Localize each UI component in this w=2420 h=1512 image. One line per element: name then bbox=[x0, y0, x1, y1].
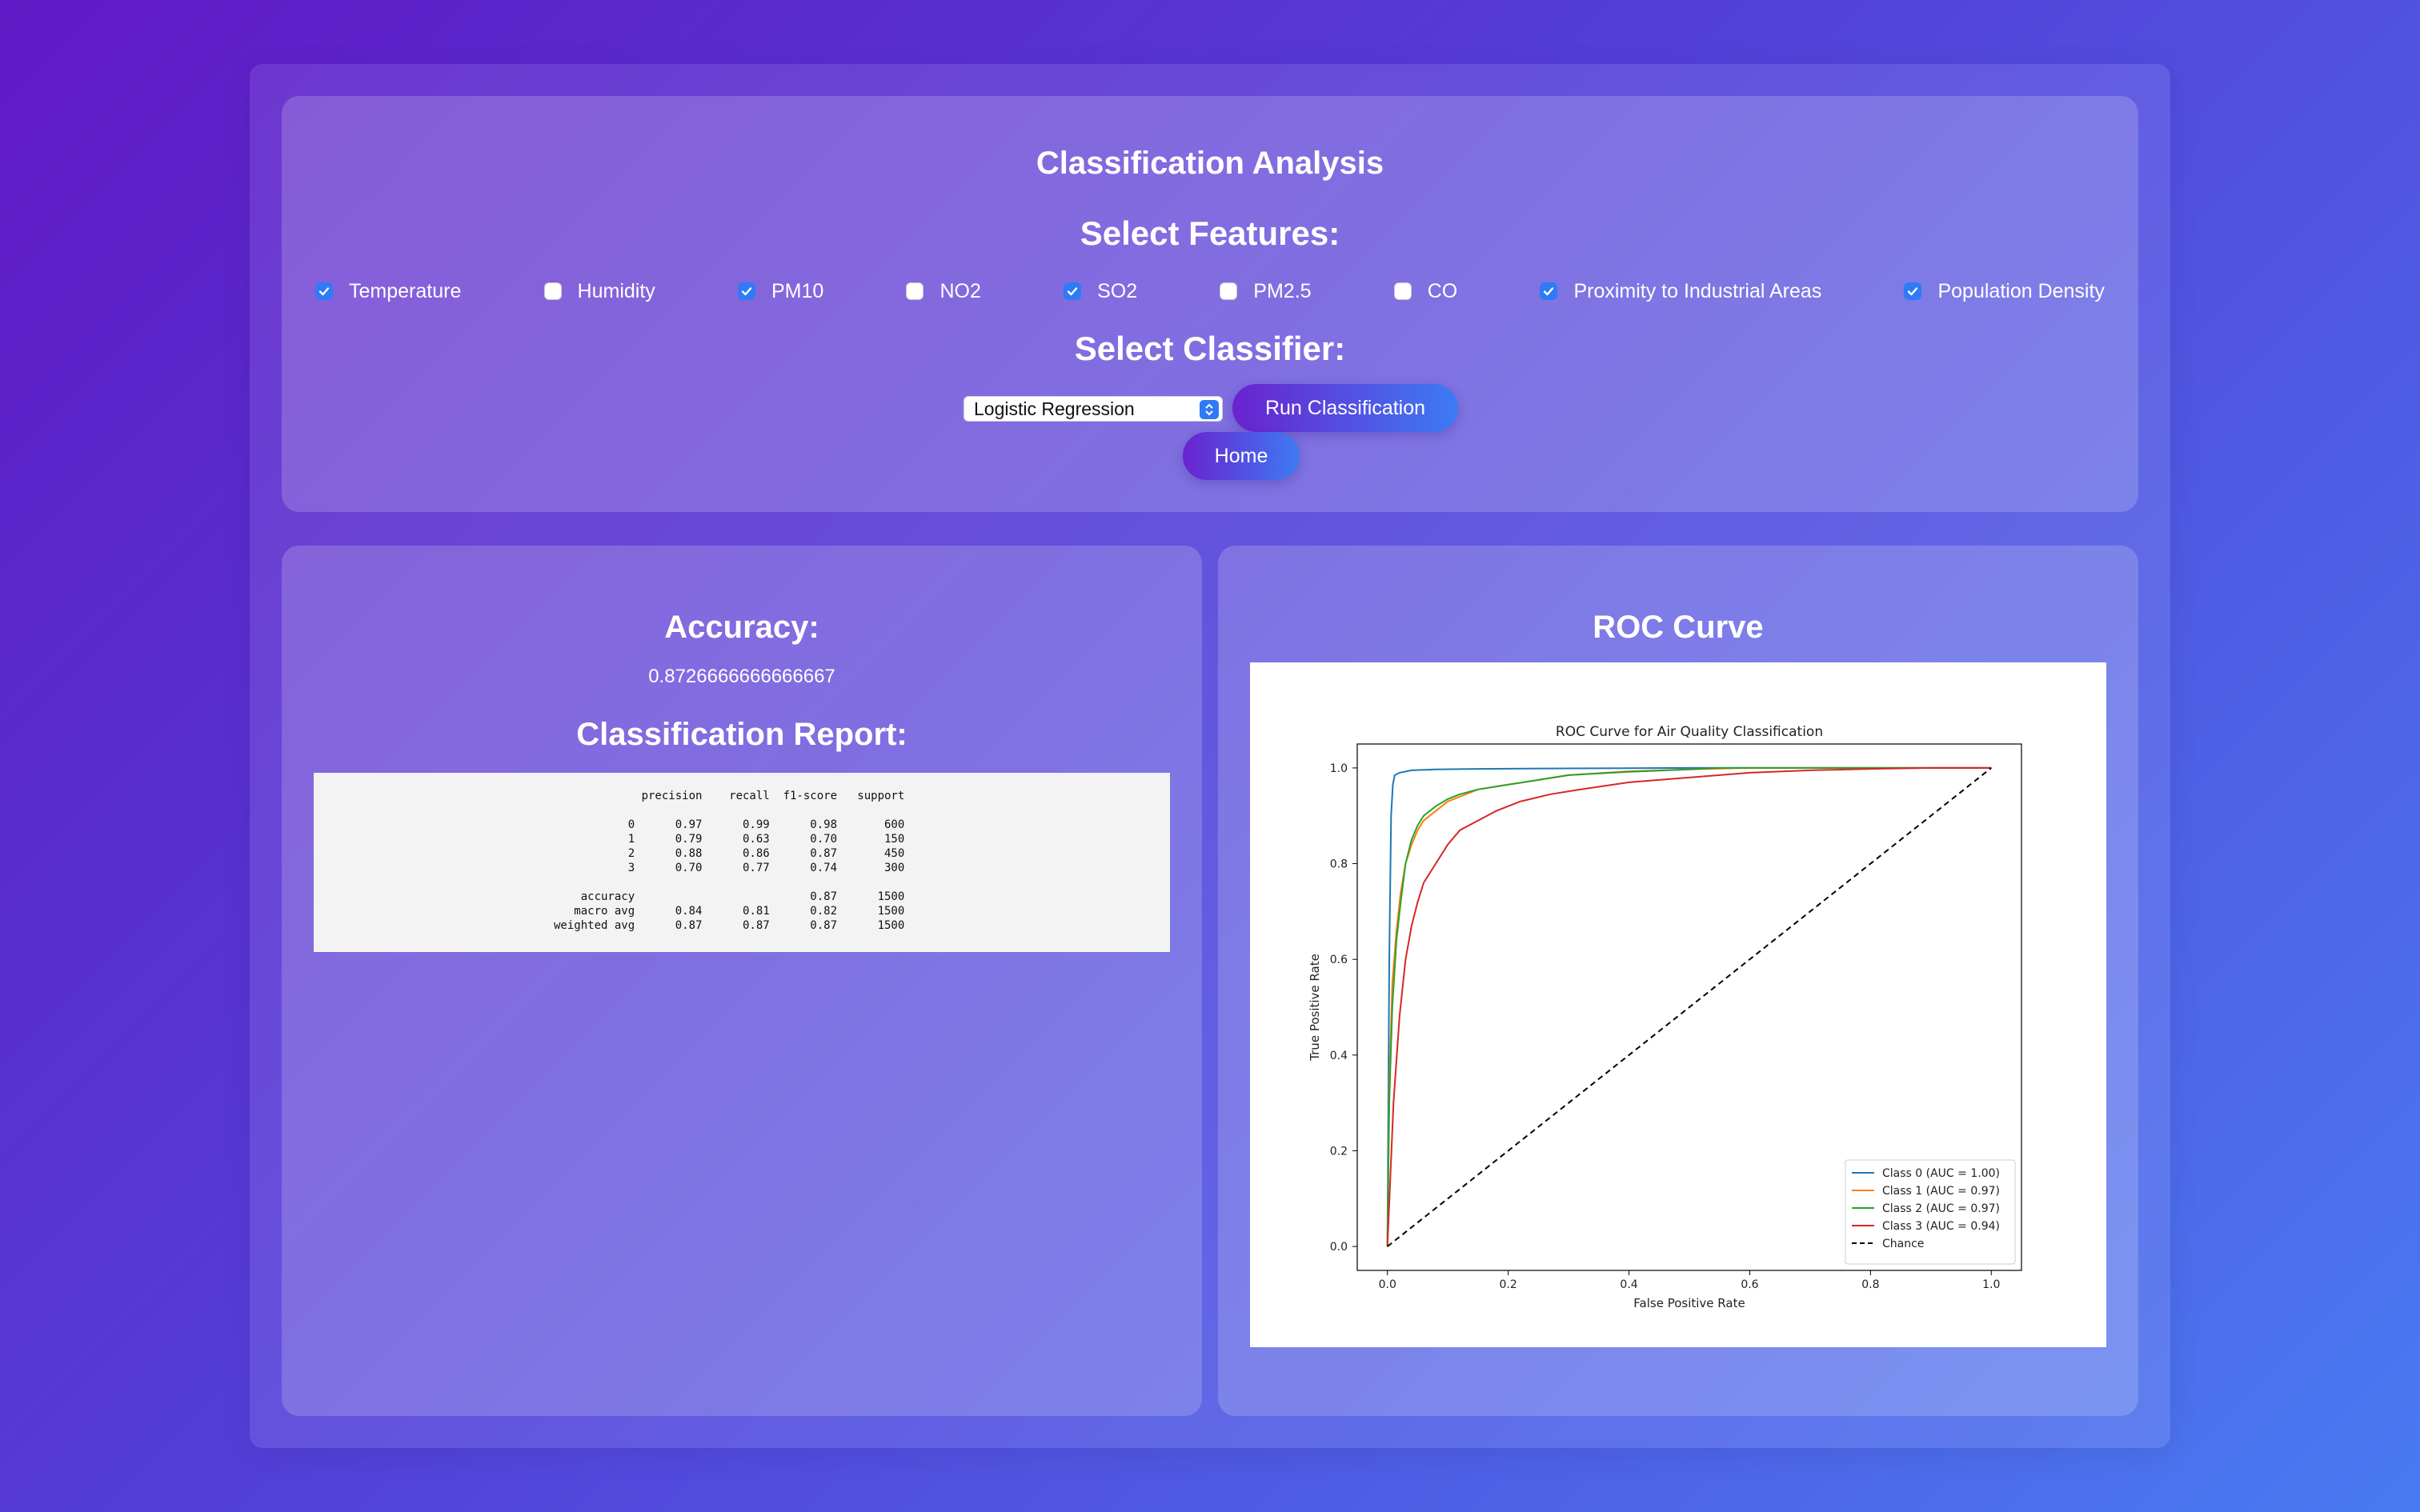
y-tick-label: 1.0 bbox=[1330, 762, 1348, 775]
feature-checkbox[interactable] bbox=[1220, 282, 1238, 300]
roc-heading: ROC Curve bbox=[1593, 610, 1764, 645]
feature-checkbox[interactable] bbox=[315, 282, 333, 300]
feature-label: PM10 bbox=[771, 279, 824, 302]
report-heading: Classification Report: bbox=[576, 717, 908, 752]
chart-title: ROC Curve for Air Quality Classification bbox=[1556, 724, 1823, 740]
feature-checkbox[interactable] bbox=[1540, 282, 1558, 300]
feature-option[interactable]: PM2.5 bbox=[1220, 279, 1312, 303]
y-tick-label: 0.2 bbox=[1330, 1145, 1348, 1158]
roc-panel: ROC Curve ROC Curve for Air Quality Clas… bbox=[1218, 546, 2138, 1416]
legend-label: Class 2 (AUC = 0.97) bbox=[1882, 1202, 2000, 1215]
run-classification-button[interactable]: Run Classification bbox=[1232, 384, 1458, 432]
feature-label: PM2.5 bbox=[1253, 279, 1312, 302]
y-axis-label: True Positive Rate bbox=[1308, 954, 1322, 1062]
select-arrows-icon bbox=[1200, 400, 1219, 419]
checkmark-icon bbox=[1544, 287, 1554, 296]
feature-label: Humidity bbox=[577, 279, 655, 302]
roc-plot: ROC Curve for Air Quality Classification… bbox=[1250, 662, 2106, 1347]
controls-panel: Classification Analysis Select Features:… bbox=[282, 96, 2138, 512]
checkmark-icon bbox=[1067, 287, 1078, 296]
legend-label: Chance bbox=[1882, 1238, 1924, 1250]
x-tick-label: 0.2 bbox=[1500, 1278, 1517, 1291]
feature-option[interactable]: CO bbox=[1393, 279, 1458, 303]
feature-checkbox[interactable] bbox=[906, 282, 924, 300]
legend-label: Class 1 (AUC = 0.97) bbox=[1882, 1185, 2000, 1198]
feature-option[interactable]: Proximity to Industrial Areas bbox=[1540, 280, 1821, 303]
accuracy-value: 0.8726666666666667 bbox=[648, 666, 835, 687]
features-heading: Select Features: bbox=[1080, 214, 1340, 252]
feature-label: Proximity to Industrial Areas bbox=[1573, 279, 1822, 302]
y-tick-label: 0.4 bbox=[1330, 1050, 1348, 1062]
page-title: Classification Analysis bbox=[1036, 146, 1384, 181]
classifier-select[interactable]: Logistic Regression bbox=[964, 396, 1223, 422]
accuracy-heading: Accuracy: bbox=[664, 610, 819, 645]
feature-label: Population Density bbox=[1937, 279, 2105, 302]
x-tick-label: 0.8 bbox=[1861, 1278, 1879, 1291]
roc-chart-svg: ROC Curve for Air Quality Classification… bbox=[1308, 724, 2022, 1310]
feature-option[interactable]: NO2 bbox=[906, 279, 981, 303]
classification-report: precision recall f1-score support 0 0.97… bbox=[314, 773, 1170, 952]
feature-label: Temperature bbox=[349, 279, 462, 302]
home-button[interactable]: Home bbox=[1183, 432, 1300, 480]
checkmark-icon bbox=[319, 287, 330, 296]
x-tick-label: 0.4 bbox=[1620, 1278, 1637, 1291]
feature-option[interactable]: Humidity bbox=[543, 279, 655, 303]
x-axis-label: False Positive Rate bbox=[1633, 1296, 1745, 1310]
feature-option[interactable]: Temperature bbox=[315, 280, 461, 303]
checkmark-icon bbox=[741, 287, 752, 296]
checkmark-icon bbox=[1908, 287, 1918, 296]
y-tick-label: 0.0 bbox=[1330, 1241, 1348, 1254]
feature-checkbox[interactable] bbox=[1393, 282, 1412, 300]
feature-option[interactable]: SO2 bbox=[1064, 280, 1137, 303]
main-container: Classification Analysis Select Features:… bbox=[250, 64, 2170, 1448]
classifier-heading: Select Classifier: bbox=[1074, 330, 1346, 367]
legend-label: Class 3 (AUC = 0.94) bbox=[1882, 1220, 2000, 1233]
results-panel: Accuracy: 0.8726666666666667 Classificat… bbox=[282, 546, 1202, 1416]
feature-label: SO2 bbox=[1097, 279, 1138, 302]
feature-checkbox[interactable] bbox=[1064, 282, 1082, 300]
x-tick-label: 1.0 bbox=[1982, 1278, 2000, 1291]
x-tick-label: 0.0 bbox=[1379, 1278, 1396, 1291]
feature-label: NO2 bbox=[940, 279, 981, 302]
feature-label: CO bbox=[1427, 279, 1458, 302]
y-tick-label: 0.8 bbox=[1330, 858, 1348, 871]
feature-checkbox[interactable] bbox=[737, 282, 755, 300]
y-tick-label: 0.6 bbox=[1330, 954, 1348, 966]
report-text: precision recall f1-score support 0 0.97… bbox=[554, 790, 905, 932]
feature-option[interactable]: PM10 bbox=[737, 279, 824, 303]
classifier-select-value: Logistic Regression bbox=[974, 398, 1135, 419]
feature-list: Temperature Humidity PM10 NO2 SO2 PM2.5 CO Prox… bbox=[315, 275, 2105, 307]
feature-checkbox[interactable] bbox=[1904, 282, 1922, 300]
legend-label: Class 0 (AUC = 1.00) bbox=[1882, 1167, 2000, 1180]
feature-checkbox[interactable] bbox=[543, 282, 562, 300]
x-tick-label: 0.6 bbox=[1741, 1278, 1758, 1291]
feature-option[interactable]: Population Density bbox=[1904, 279, 2105, 303]
